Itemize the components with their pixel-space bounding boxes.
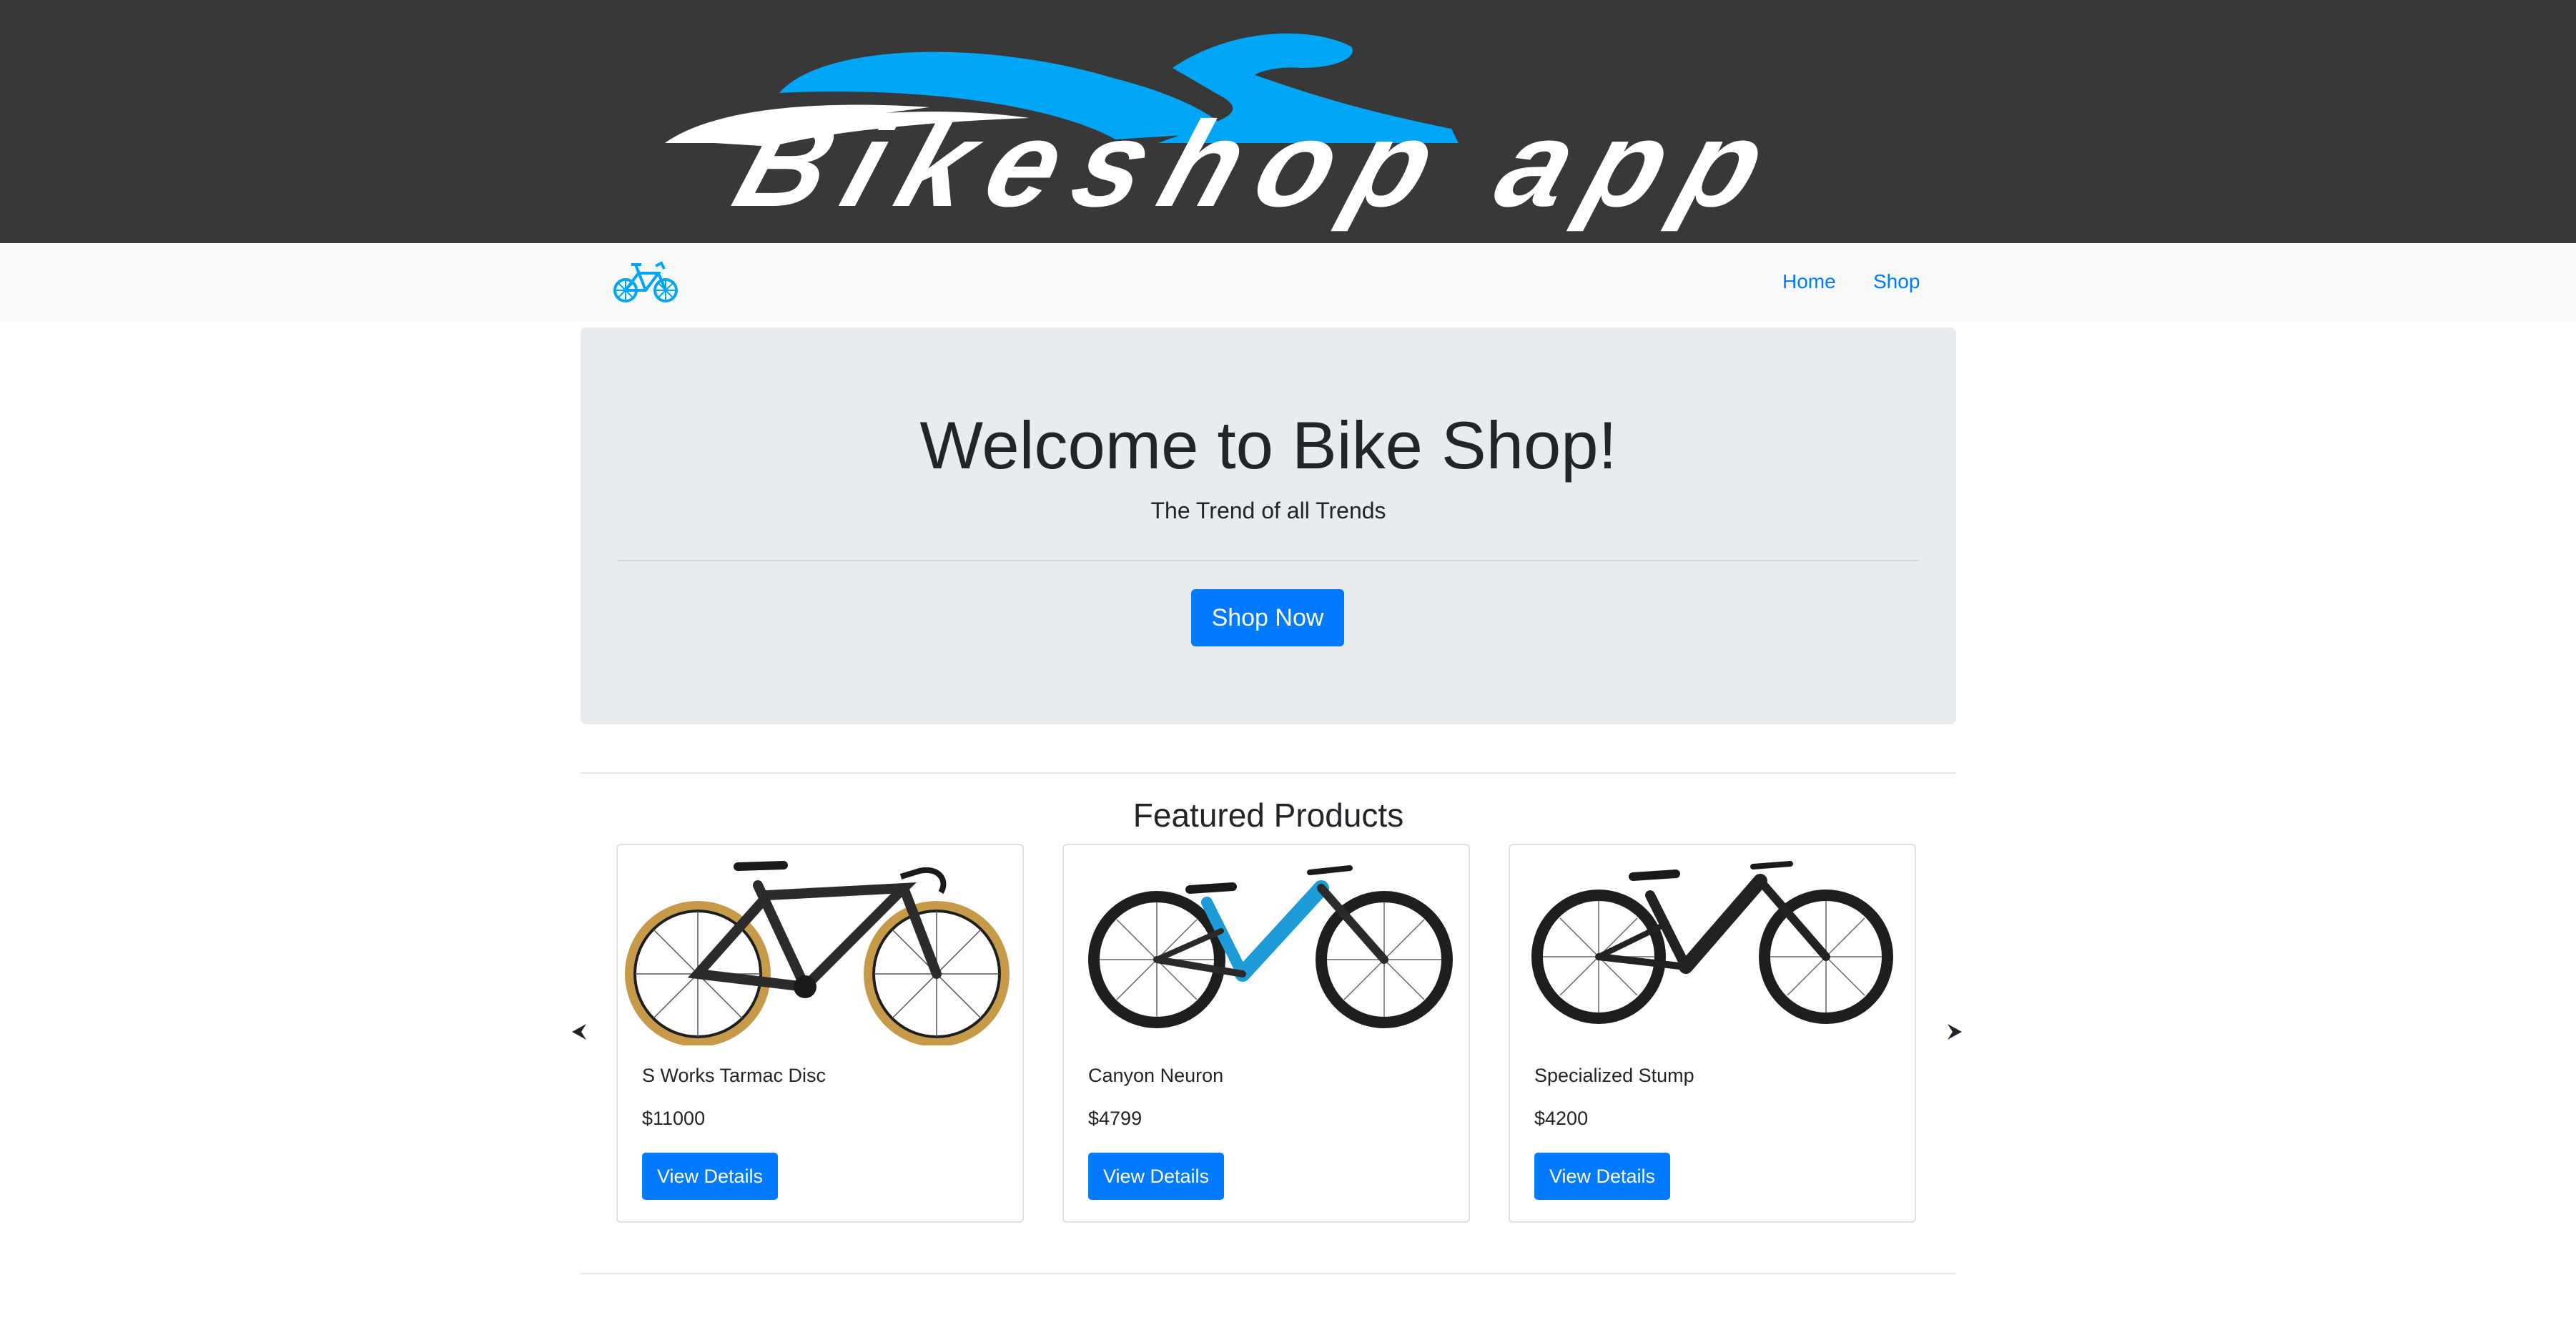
cyclist-logo-icon: Bikeshop app <box>665 33 1802 232</box>
nav-home-link[interactable]: Home <box>1782 269 1836 295</box>
nav-shop-link[interactable]: Shop <box>1873 269 1920 295</box>
product-price: $11000 <box>642 1108 706 1129</box>
view-details-button[interactable]: View Details <box>1534 1153 1670 1200</box>
mountain-bike-blue-icon <box>1088 865 1453 1028</box>
product-name: Canyon Neuron <box>1088 1065 1224 1086</box>
hero-subtitle: The Trend of all Trends <box>1150 498 1386 523</box>
bicycle-icon[interactable] <box>611 257 680 306</box>
hero-divider <box>618 560 1919 561</box>
site-banner: Bikeshop app <box>0 0 2576 243</box>
mountain-bike-black-icon <box>1531 861 1893 1024</box>
view-details-button[interactable]: View Details <box>642 1153 778 1200</box>
featured-title: Featured Products <box>1132 797 1404 834</box>
product-card: Canyon Neuron $4799 View Details <box>1062 844 1470 1223</box>
shop-now-button[interactable]: Shop Now <box>1191 589 1344 646</box>
hero-title: Welcome to Bike Shop! <box>919 408 1617 483</box>
chevron-left-icon[interactable] <box>569 1021 591 1043</box>
featured-top-divider <box>581 772 1956 774</box>
view-details-button[interactable]: View Details <box>1088 1153 1224 1200</box>
navbar: Home Shop <box>0 243 2576 322</box>
featured-bottom-divider <box>581 1273 1956 1274</box>
product-price: $4799 <box>1088 1108 1143 1129</box>
hero-jumbotron: Welcome to Bike Shop! The Trend of all T… <box>581 327 1956 724</box>
product-name: S Works Tarmac Disc <box>642 1065 826 1086</box>
road-bike-icon <box>625 861 1010 1045</box>
banner-logo-text: Bikeshop app <box>720 96 1801 232</box>
chevron-right-icon[interactable] <box>1943 1021 1965 1043</box>
product-card: Specialized Stump $4200 View Details <box>1509 844 1916 1223</box>
product-name: Specialized Stump <box>1534 1065 1694 1086</box>
product-card: S Works Tarmac Disc $11000 View Details <box>616 844 1024 1223</box>
product-price: $4200 <box>1534 1108 1589 1129</box>
